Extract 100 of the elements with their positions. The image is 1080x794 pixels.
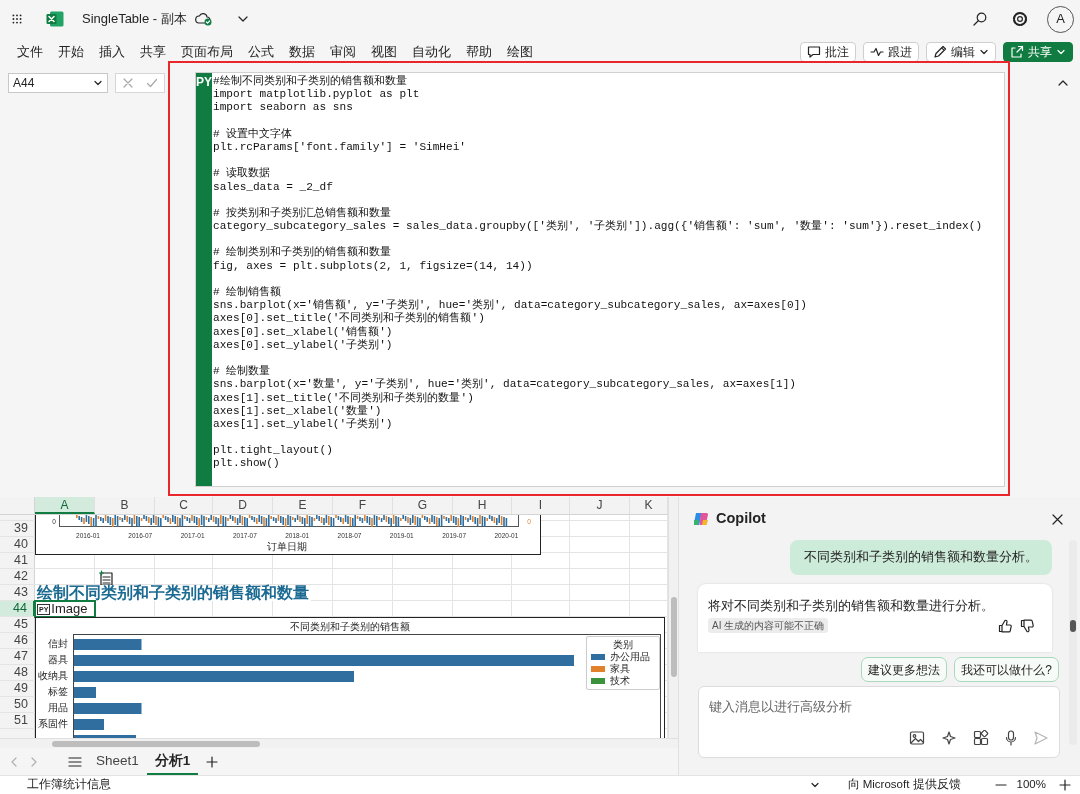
python-badge: PY [196, 73, 212, 486]
row-header[interactable]: 44 [0, 601, 35, 616]
menu-tab[interactable]: 插入 [99, 42, 125, 62]
zoom-level[interactable]: 100% [1016, 776, 1046, 794]
row-header[interactable]: 45 [0, 617, 35, 632]
column-header[interactable]: I [512, 497, 570, 514]
sheet-heading: 绘制不同类别和子类别的销售额和数量 [37, 585, 311, 601]
menu-tab[interactable]: 开始 [58, 42, 84, 62]
add-sheet-icon[interactable] [206, 755, 219, 768]
column-header[interactable]: H [453, 497, 512, 514]
code-line: # 绘制销售额 [213, 286, 283, 300]
chevron-down-icon[interactable] [809, 780, 820, 790]
axis-label: 收纳具 [38, 670, 68, 682]
pencil-icon [933, 45, 947, 59]
code-line: plt.tight_layout() [213, 444, 334, 458]
code-line: plt.show() [213, 457, 281, 471]
column-header[interactable]: C [155, 497, 213, 514]
row-header[interactable]: 47 [0, 649, 35, 664]
spreadsheet-logo-icon [46, 11, 64, 27]
row-header[interactable]: 41 [0, 553, 35, 568]
legend-label: 家具 [610, 663, 630, 675]
menu-icon[interactable] [68, 755, 82, 768]
apps-icon[interactable] [973, 730, 989, 746]
zoom-in-icon[interactable] [1059, 779, 1071, 791]
toolbar-button[interactable]: 批注 [800, 42, 856, 62]
feedback-link[interactable]: 向 Microsoft 提供反馈 [847, 776, 961, 794]
vertical-scrollbar[interactable] [1069, 540, 1077, 745]
row-header[interactable]: 43 [0, 585, 35, 600]
axis-label: 订单日期 [267, 541, 307, 552]
code-line: axes[0].set_ylabel('子类别') [213, 338, 394, 352]
horizontal-scrollbar[interactable] [0, 738, 678, 748]
row-header[interactable]: 49 [0, 681, 35, 696]
user-message: 不同类别和子类别的销售额和数量分析。 [790, 540, 1052, 575]
code-line: axes[1].set_title('不同类别和子类别的数量') [213, 391, 475, 405]
toolbar-button[interactable]: 编辑 [926, 42, 996, 62]
code-line: fig, axes = plt.subplots(2, 1, figsize=(14, 14)) [213, 259, 534, 273]
settings-icon[interactable] [1012, 11, 1028, 27]
code-line: plt.rcParams['font.family'] = 'SimHei' [213, 140, 467, 155]
message-input-box[interactable]: 键入消息以进行高级分析 [698, 686, 1060, 758]
axis-label: 信封 [48, 638, 68, 650]
row-header[interactable]: 46 [0, 633, 35, 648]
axis-label: 标签 [48, 686, 68, 698]
code-line: # 按类别和子类别汇总销售额和数量 [213, 206, 393, 221]
row-header[interactable]: 40 [0, 537, 35, 552]
insert-card-icon[interactable] [98, 570, 114, 586]
search-icon[interactable] [973, 12, 987, 26]
sparkle-icon[interactable] [941, 730, 957, 746]
code-line: category_subcategory_sales = sales_data.groupby(['类别', '子类别']).agg({'销售额': 'sum', '数量': 'sum'}).reset_index() [213, 220, 983, 234]
column-header[interactable]: E [273, 497, 333, 514]
row-header[interactable]: 50 [0, 697, 35, 712]
cell-value: Image [51, 602, 88, 616]
column-header[interactable]: D [213, 497, 273, 514]
disclaimer-tag: AI 生成的内容可能不正确 [708, 618, 829, 633]
code-line: # 读取数据 [213, 167, 272, 181]
code-line: #绘制不同类别和子类别的销售额和数量 [213, 75, 408, 89]
menu-tab[interactable]: 公式 [248, 42, 274, 62]
column-header[interactable]: G [393, 497, 453, 514]
row-header[interactable]: 48 [0, 665, 35, 680]
check-icon[interactable] [146, 77, 158, 89]
row-header[interactable]: 51 [0, 713, 35, 728]
column-header[interactable]: J [570, 497, 630, 514]
thumbs-up-icon[interactable] [998, 618, 1012, 633]
microphone-icon[interactable] [1005, 730, 1017, 746]
row-header[interactable]: 39 [0, 521, 35, 536]
column-header[interactable]: F [333, 497, 393, 514]
column-header[interactable]: A [35, 497, 95, 514]
axis-label: 系固件 [38, 718, 68, 730]
close-icon[interactable] [1051, 512, 1064, 526]
menu-tab[interactable]: 文件 [17, 42, 43, 62]
panel-title: Copilot [716, 509, 766, 529]
menu-tab[interactable]: 共享 [140, 42, 166, 62]
menu-tab[interactable]: 自动化 [412, 42, 451, 62]
toolbar-button[interactable]: 跟进 [863, 42, 919, 62]
menu-tab[interactable]: 数据 [289, 42, 315, 62]
code-line: axes[0].set_xlabel('销售额') [213, 325, 394, 339]
menu-tab[interactable]: 绘图 [507, 42, 533, 62]
code-line: import matplotlib.pyplot as plt [213, 88, 421, 102]
message-field[interactable]: 键入消息以进行高级分析 [707, 697, 1047, 718]
menu-tab[interactable]: 页面布局 [181, 42, 233, 62]
row-header[interactable]: 42 [0, 569, 35, 584]
share-button[interactable]: 共享 [1003, 42, 1073, 62]
name-box[interactable]: A44 [8, 73, 108, 93]
axis-label: 用品 [48, 702, 68, 714]
column-header[interactable]: B [95, 497, 155, 514]
vertical-scrollbar[interactable] [668, 497, 678, 738]
code-line: sns.barplot(x='销售额', y='子类别', hue='类别', data=category_subcategory_sales, ax=axes[0]) [213, 299, 808, 312]
menu-tab[interactable]: 审阅 [330, 42, 356, 62]
suggestion-button[interactable]: 我还可以做什么? [954, 657, 1059, 682]
suggestion-button[interactable]: 建议更多想法 [861, 657, 948, 682]
thumbs-down-icon[interactable] [1020, 618, 1034, 633]
code-line: import seaborn as sns [213, 101, 354, 115]
share-icon [1010, 45, 1024, 59]
copilot-logo-icon [693, 511, 709, 527]
code-line: sales_data = _2_df [213, 180, 334, 194]
code-line: # 绘制类别和子类别的销售额和数量 [213, 246, 393, 260]
sheet-tab[interactable]: Sheet1 [88, 748, 147, 775]
image-icon[interactable] [909, 730, 925, 746]
menu-tab[interactable]: 视图 [371, 42, 397, 62]
code-line: axes[1].set_ylabel('子类别') [213, 417, 394, 432]
menu-tab[interactable]: 帮助 [466, 42, 492, 62]
